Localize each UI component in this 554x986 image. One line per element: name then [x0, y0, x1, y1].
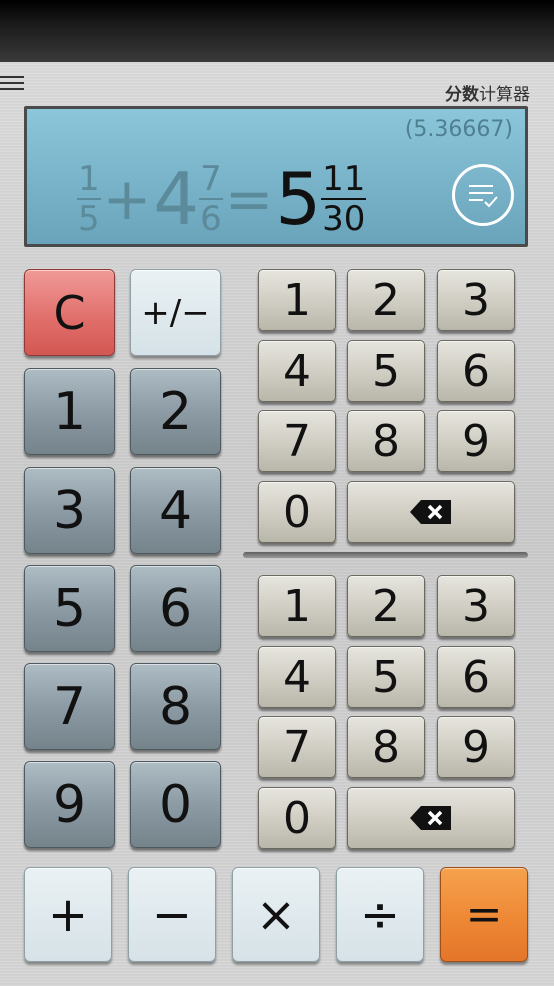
denominator-key-5[interactable]: 5 — [347, 646, 425, 708]
denominator-key-9[interactable]: 9 — [437, 716, 515, 778]
denominator-key-0[interactable]: 0 — [258, 787, 336, 849]
numerator-key-6[interactable]: 6 — [437, 340, 515, 402]
numerator-key-2[interactable]: 2 — [347, 269, 425, 331]
whole-key-8[interactable]: 8 — [130, 663, 221, 750]
display-panel: (5.36667) 1 5 + 4 7 6 = 5 11 30 — [24, 106, 528, 247]
clear-button[interactable]: C — [24, 269, 115, 356]
add-button[interactable]: + — [24, 867, 112, 962]
numerator-key-7[interactable]: 7 — [258, 410, 336, 472]
denominator-key-7[interactable]: 7 — [258, 716, 336, 778]
backspace-icon — [410, 500, 451, 524]
subtract-button[interactable]: − — [128, 867, 216, 962]
denominator-key-2[interactable]: 2 — [347, 575, 425, 637]
backspace-icon — [410, 806, 451, 830]
term2-fraction: 7 6 — [199, 159, 223, 239]
sign-toggle-button[interactable]: +/− — [130, 269, 221, 356]
numerator-key-9[interactable]: 9 — [437, 410, 515, 472]
numerator-key-3[interactable]: 3 — [437, 269, 515, 331]
denominator-key-4[interactable]: 4 — [258, 646, 336, 708]
numerator-key-1[interactable]: 1 — [258, 269, 336, 331]
result-whole: 5 — [275, 157, 322, 241]
denominator-key-1[interactable]: 1 — [258, 575, 336, 637]
operator-symbol: + — [102, 165, 152, 233]
whole-key-3[interactable]: 3 — [24, 467, 115, 554]
calculator-app: 分数计算器 (5.36667) 1 5 + 4 7 6 = 5 11 30 C … — [0, 62, 554, 986]
decimal-result: (5.36667) — [404, 117, 513, 142]
whole-key-4[interactable]: 4 — [130, 467, 221, 554]
numerator-key-8[interactable]: 8 — [347, 410, 425, 472]
numerator-key-4[interactable]: 4 — [258, 340, 336, 402]
whole-key-7[interactable]: 7 — [24, 663, 115, 750]
denominator-key-3[interactable]: 3 — [437, 575, 515, 637]
denominator-backspace-button[interactable] — [347, 787, 515, 849]
history-check-icon[interactable] — [452, 164, 514, 226]
numerator-backspace-button[interactable] — [347, 481, 515, 543]
expression: 1 5 + 4 7 6 = 5 11 30 — [77, 157, 367, 241]
whole-key-2[interactable]: 2 — [130, 368, 221, 455]
denominator-key-8[interactable]: 8 — [347, 716, 425, 778]
fraction-bar-divider — [243, 552, 528, 558]
term1-fraction: 1 5 — [77, 159, 101, 239]
equals-symbol: = — [224, 165, 274, 233]
whole-key-5[interactable]: 5 — [24, 565, 115, 652]
whole-key-0[interactable]: 0 — [130, 761, 221, 848]
app-title: 分数计算器 — [445, 85, 530, 105]
divide-button[interactable]: ÷ — [336, 867, 424, 962]
term2-whole: 4 — [153, 157, 200, 241]
whole-key-9[interactable]: 9 — [24, 761, 115, 848]
multiply-button[interactable]: × — [232, 867, 320, 962]
whole-key-6[interactable]: 6 — [130, 565, 221, 652]
numerator-key-0[interactable]: 0 — [258, 481, 336, 543]
menu-icon[interactable] — [0, 74, 24, 96]
equals-button[interactable]: = — [440, 867, 528, 962]
result-fraction: 11 30 — [321, 159, 367, 239]
status-bar — [0, 0, 554, 62]
denominator-key-6[interactable]: 6 — [437, 646, 515, 708]
whole-key-1[interactable]: 1 — [24, 368, 115, 455]
numerator-key-5[interactable]: 5 — [347, 340, 425, 402]
